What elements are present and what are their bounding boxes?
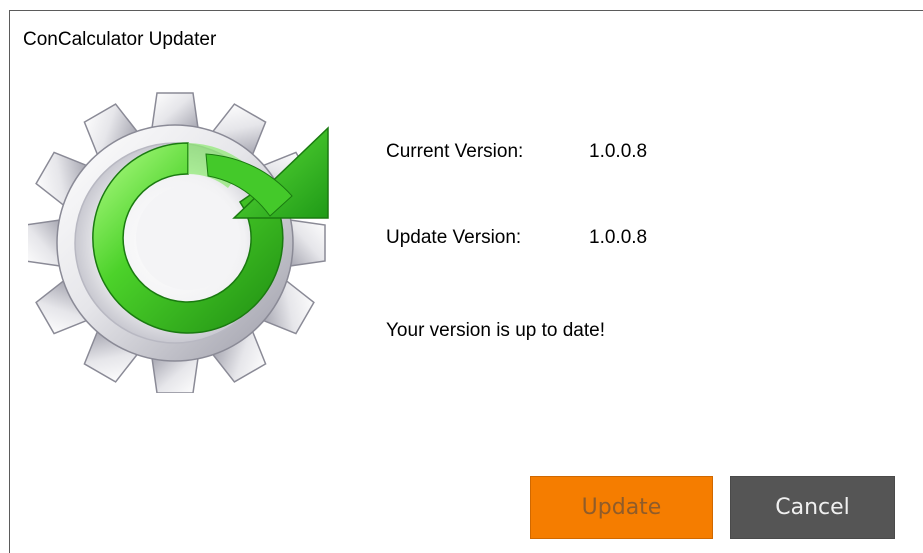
status-message: Your version is up to date! — [386, 320, 605, 341]
cancel-button[interactable]: Cancel — [730, 476, 895, 539]
current-version-label: Current Version: — [386, 141, 524, 162]
current-version-value: 1.0.0.8 — [589, 141, 648, 162]
update-gear-icon — [28, 88, 343, 393]
window-title: ConCalculator Updater — [23, 29, 217, 50]
updater-window: ConCalculator Updater Current Version: 1… — [0, 0, 923, 553]
update-version-label: Update Version: — [386, 227, 522, 248]
update-button[interactable]: Update — [530, 476, 713, 539]
update-version-value: 1.0.0.8 — [589, 227, 648, 248]
